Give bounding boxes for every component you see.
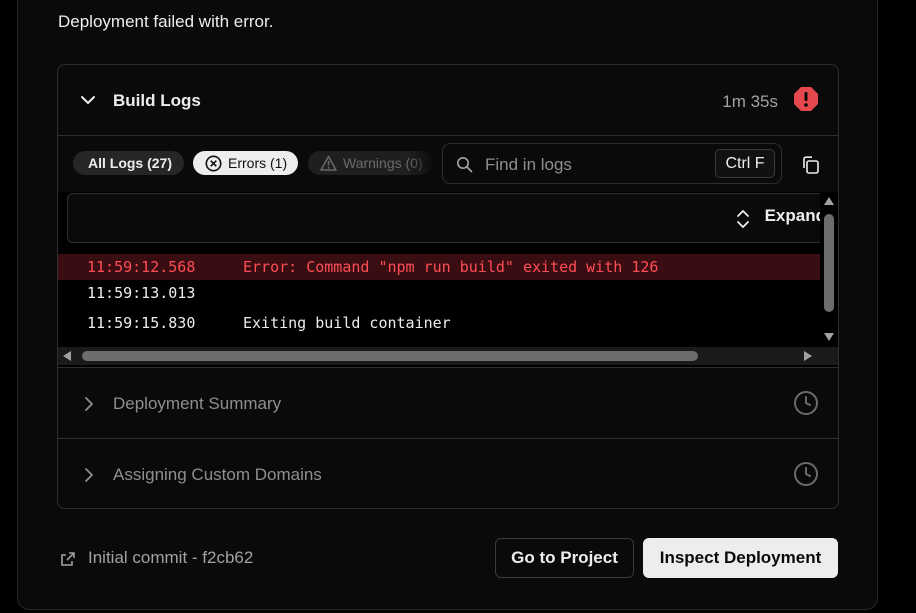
log-timestamp: 11:59:13.013 (87, 284, 196, 302)
inspect-deployment-button[interactable]: Inspect Deployment (643, 538, 838, 578)
build-logs-header[interactable]: Build Logs 1m 35s (58, 65, 838, 136)
expand-chevrons-icon (736, 210, 749, 228)
scroll-left-icon[interactable] (63, 351, 71, 361)
chevron-right-icon (85, 468, 93, 482)
deployment-status-message: Deployment failed with error. (58, 12, 274, 31)
log-search-input[interactable] (483, 152, 707, 178)
scroll-down-icon[interactable] (824, 333, 834, 341)
copy-icon[interactable] (801, 155, 821, 175)
filter-all-logs[interactable]: All Logs (27) (73, 151, 184, 175)
expand-label: Expand (764, 206, 826, 225)
scroll-right-icon[interactable] (804, 351, 812, 361)
chevron-down-icon (81, 96, 95, 104)
filter-overflow-fade (408, 146, 438, 182)
expand-button[interactable]: Expand (735, 206, 826, 232)
filter-errors[interactable]: Errors (1) (193, 151, 298, 175)
scroll-up-icon[interactable] (824, 197, 834, 205)
log-line-error: 11:59:12.568 Error: Command "npm run bui… (58, 254, 820, 280)
section-label: Deployment Summary (113, 394, 282, 413)
search-icon (456, 156, 473, 173)
log-timestamp: 11:59:12.568 (87, 258, 196, 276)
build-duration: 1m 35s (722, 92, 778, 111)
commit-text: Initial commit - f2cb62 (88, 548, 254, 567)
log-line: 11:59:13.013 (58, 280, 820, 306)
section-label: Assigning Custom Domains (113, 465, 322, 484)
vertical-scrollbar[interactable] (820, 192, 838, 347)
log-search-box[interactable]: Ctrl F (442, 143, 782, 184)
build-log-card: Build Logs 1m 35s All Logs (27) Errors (… (57, 64, 839, 509)
vertical-scroll-thumb[interactable] (824, 214, 834, 312)
log-message: Exiting build container (243, 314, 451, 332)
error-badge-icon (794, 87, 818, 111)
section-assigning-custom-domains[interactable]: Assigning Custom Domains (58, 438, 838, 508)
build-logs-title: Build Logs (113, 91, 201, 110)
filter-errors-label: Errors (1) (228, 155, 288, 171)
clock-icon (794, 462, 818, 486)
x-circle-icon (205, 155, 222, 172)
log-message: Error: Command "npm run build" exited wi… (243, 258, 659, 276)
log-line: 11:59:15.830 Exiting build container (58, 310, 820, 336)
warning-triangle-icon (320, 155, 337, 171)
go-to-project-button[interactable]: Go to Project (495, 538, 634, 578)
log-timestamp: 11:59:15.830 (87, 314, 196, 332)
section-deployment-summary[interactable]: Deployment Summary (58, 367, 838, 438)
horizontal-scrollbar[interactable] (58, 347, 838, 365)
log-viewer[interactable]: Expand 11:59:12.568 Error: Command "npm … (58, 192, 838, 368)
clock-icon (794, 391, 818, 415)
horizontal-scroll-thumb[interactable] (82, 351, 698, 361)
external-link-icon (61, 552, 75, 566)
log-filter-bar: All Logs (27) Errors (1) Warnings (0) Fi… (58, 136, 838, 192)
chevron-right-icon (85, 397, 93, 411)
expand-bar: Expand (67, 193, 827, 243)
search-shortcut-key: Ctrl F (715, 149, 775, 178)
